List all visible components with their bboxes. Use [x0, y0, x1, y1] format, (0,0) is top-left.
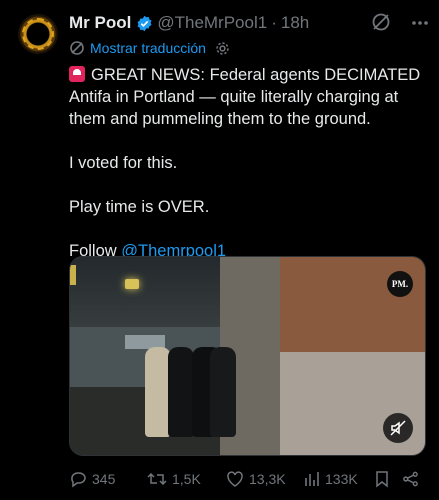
author-handle[interactable]: @TheMrPool1	[157, 13, 267, 33]
video-figure	[210, 347, 236, 437]
action-bar: 345 1,5K 13,3K 133K	[69, 468, 429, 490]
translate-icon	[70, 41, 84, 55]
post-paragraph-1: GREAT NEWS: Federal agents DECIMATED Ant…	[69, 64, 431, 130]
analytics-icon	[305, 472, 319, 486]
post-text: GREAT NEWS: Federal agents DECIMATED Ant…	[69, 64, 431, 262]
post-line-1: GREAT NEWS: Federal agents DECIMATED Ant…	[69, 66, 421, 128]
video-figure	[168, 347, 194, 437]
share-icon	[403, 471, 418, 487]
verified-badge-icon	[136, 15, 153, 32]
video-light	[125, 279, 139, 289]
grok-icon[interactable]	[371, 12, 391, 32]
separator-dot: ·	[271, 13, 277, 32]
more-options-icon[interactable]	[411, 10, 429, 31]
mute-toggle-button[interactable]	[383, 413, 413, 443]
post-paragraph-3: Play time is OVER.	[69, 198, 210, 216]
like-count: 13,3K	[249, 471, 286, 487]
share-button[interactable]	[402, 470, 424, 488]
gear-icon[interactable]	[215, 41, 230, 56]
video-player[interactable]: PM.	[69, 256, 426, 456]
reply-button[interactable]: 345	[69, 470, 125, 488]
muted-speaker-icon	[390, 420, 406, 436]
siren-emoji-icon	[69, 66, 85, 82]
heart-icon	[227, 471, 243, 487]
author-name[interactable]: Mr Pool	[69, 13, 131, 33]
watermark-logo: PM.	[387, 271, 413, 297]
like-button[interactable]: 13,3K	[226, 470, 290, 488]
show-translation-label: Mostrar traducción	[90, 40, 206, 56]
bookmark-button[interactable]	[374, 470, 402, 488]
bookmark-icon	[376, 471, 388, 488]
avatar[interactable]	[18, 14, 58, 54]
reply-count: 345	[92, 471, 116, 487]
show-translation-link[interactable]: Mostrar traducción	[69, 40, 235, 56]
post-timestamp[interactable]: 18h	[281, 13, 309, 33]
post-paragraph-2: I voted for this.	[69, 154, 178, 172]
repost-count: 1,5K	[172, 471, 201, 487]
views-button[interactable]: 133K	[304, 471, 374, 487]
reply-icon	[71, 472, 86, 488]
views-count: 133K	[325, 471, 358, 487]
repost-icon	[147, 472, 167, 486]
video-light	[70, 265, 76, 285]
repost-button[interactable]: 1,5K	[147, 470, 207, 488]
